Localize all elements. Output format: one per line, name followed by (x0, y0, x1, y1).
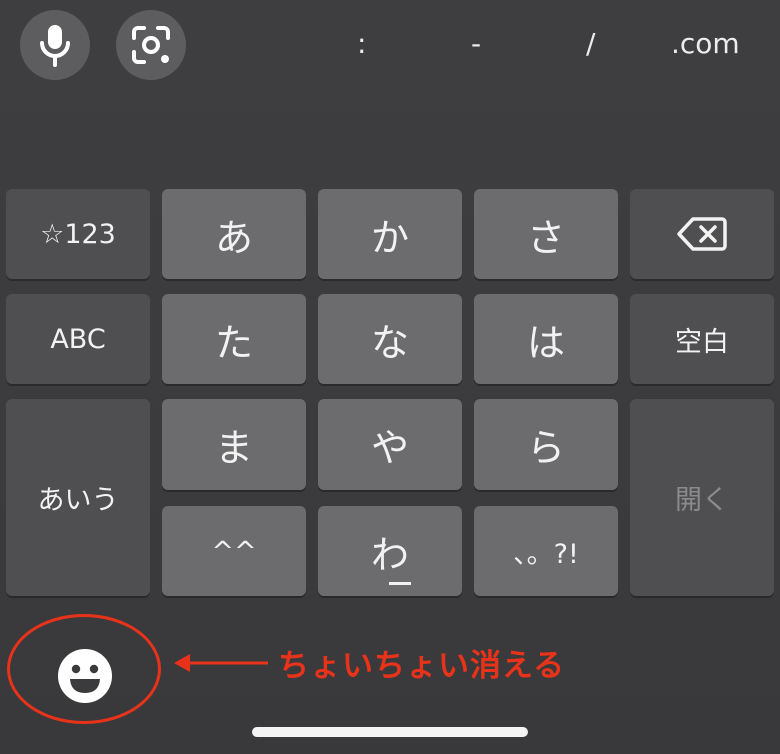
key-ya-label: や (370, 426, 409, 470)
lens-button[interactable] (116, 10, 186, 80)
key-ra-label: ら (526, 426, 565, 470)
key-ta[interactable]: た (162, 294, 306, 384)
key-wa[interactable]: わ (318, 506, 462, 596)
key-na-label: な (370, 320, 409, 365)
kana-toggle-key[interactable]: あいう (6, 399, 150, 596)
symbols-toggle-key[interactable]: ☆123 (6, 189, 150, 279)
punctuation-key[interactable]: 、。?! (474, 506, 618, 596)
key-wa-wrap: わ (370, 524, 411, 585)
symbol-colon[interactable]: : (357, 26, 366, 62)
symbol-hyphen[interactable]: - (471, 26, 481, 62)
camera-lens-icon (132, 26, 170, 64)
abc-toggle-label: ABC (50, 323, 106, 355)
keyboard: : - / .com ☆123 あ か さ ABC た な は 空白 あいう ま… (0, 0, 780, 754)
microphone-icon (40, 25, 70, 67)
key-ka-label: か (370, 215, 409, 260)
key-na[interactable]: な (318, 294, 462, 384)
symbol-slash[interactable]: / (586, 26, 595, 62)
home-indicator[interactable] (252, 727, 528, 737)
key-ya[interactable]: や (318, 399, 462, 490)
key-ha-label: は (526, 320, 565, 365)
symbols-toggle-label: ☆123 (40, 218, 116, 250)
key-a[interactable]: あ (162, 189, 306, 279)
key-ra[interactable]: ら (474, 399, 618, 490)
key-a-label: あ (214, 215, 253, 260)
emoticon-key-label: ^^ (211, 535, 257, 567)
enter-key-label: 開く (675, 485, 729, 516)
punctuation-key-label: 、。?! (513, 538, 579, 570)
abc-toggle-key[interactable]: ABC (6, 294, 150, 384)
key-ka[interactable]: か (318, 189, 462, 279)
kana-toggle-label: あいう (37, 485, 119, 516)
microphone-button[interactable] (20, 10, 90, 80)
backspace-icon (677, 217, 727, 251)
annotation-arrow-icon (174, 654, 268, 672)
annotation-circle (7, 614, 161, 724)
key-sa-label: さ (526, 215, 565, 260)
backspace-key[interactable] (630, 189, 774, 279)
key-ma[interactable]: ま (162, 399, 306, 490)
annotation-text: ちょいちょい消える (278, 648, 566, 684)
enter-key[interactable]: 開く (630, 399, 774, 596)
key-wa-label: わ (370, 532, 409, 577)
key-ta-label: た (214, 320, 253, 365)
key-wa-underline (388, 581, 411, 585)
key-ma-label: ま (214, 426, 253, 470)
emoticon-key[interactable]: ^^ (162, 506, 306, 596)
space-key-label: 空白 (675, 326, 729, 358)
key-ha[interactable]: は (474, 294, 618, 384)
key-sa[interactable]: さ (474, 189, 618, 279)
space-key[interactable]: 空白 (630, 294, 774, 384)
symbol-dotcom[interactable]: .com (671, 26, 740, 62)
